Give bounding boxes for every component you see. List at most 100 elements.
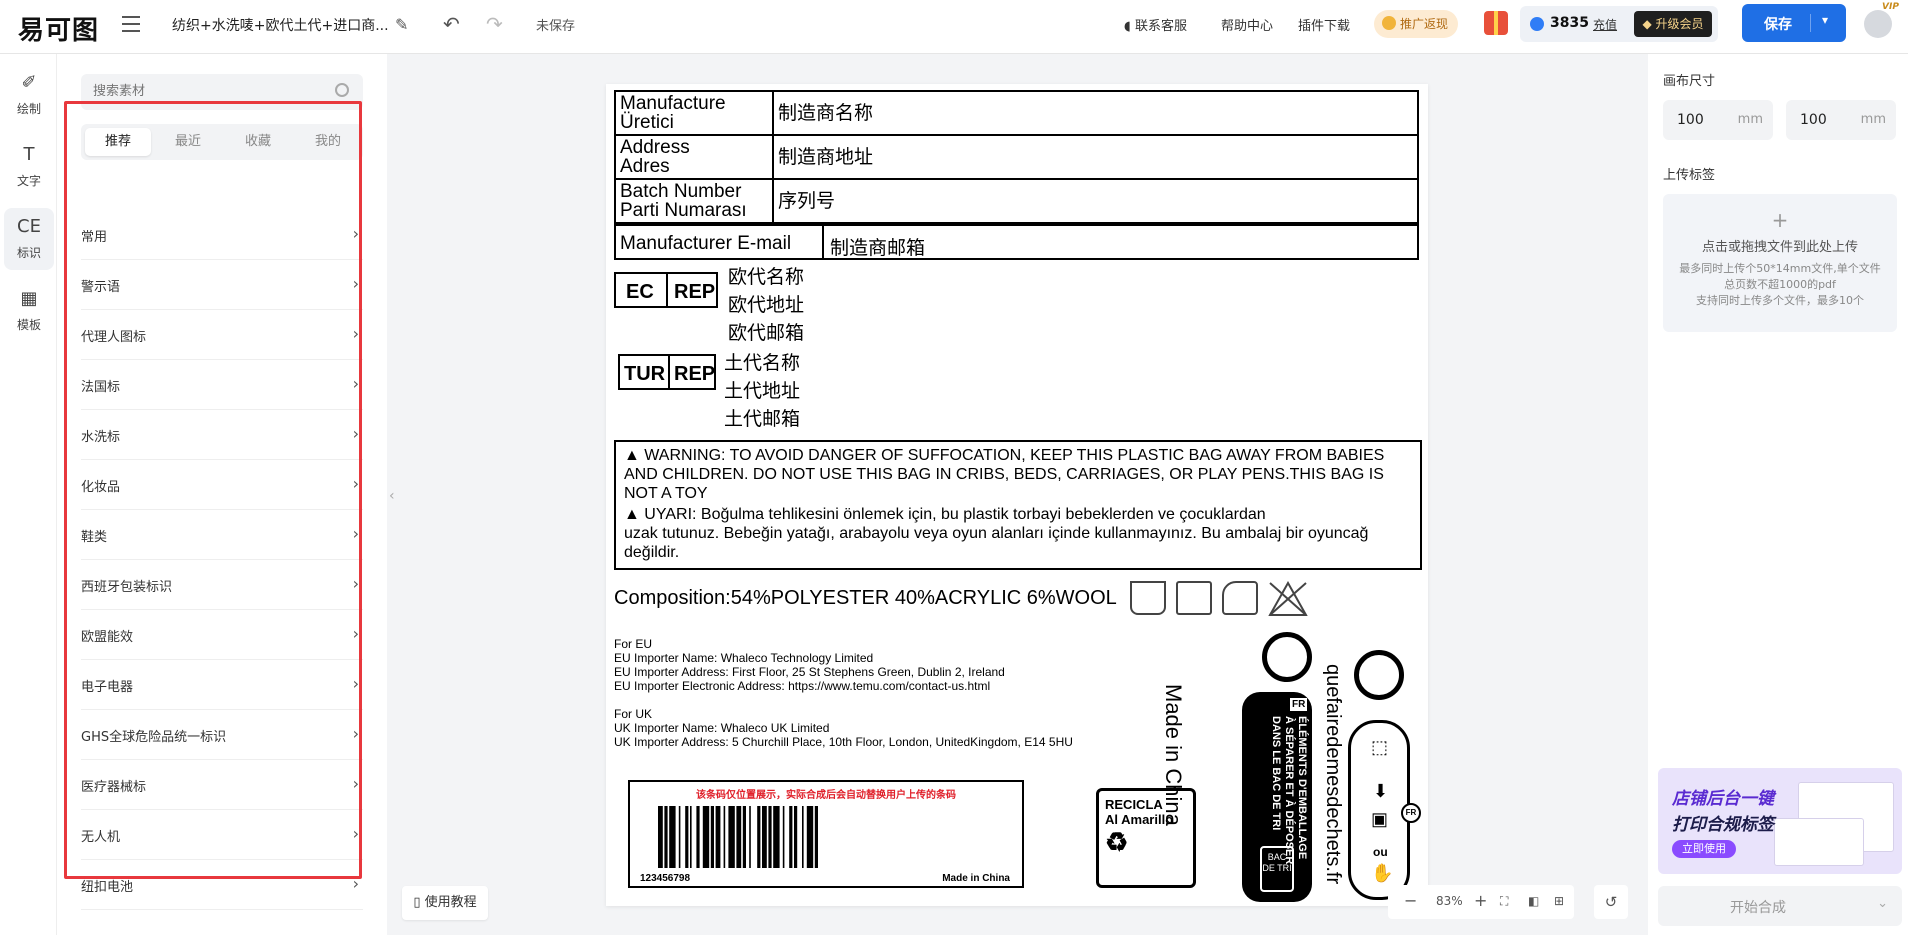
upload-label: 上传标签 <box>1663 168 1716 183</box>
label-canvas[interactable]: Manufacture Üretici 制造商名称 Address Adres 制造商地… <box>606 84 1428 906</box>
recharge-link[interactable]: 充值 <box>1593 16 1617 33</box>
promo-banner[interactable]: 店铺后台一键 打印合规标签 立即使用 <box>1658 768 1902 874</box>
warning-triangle-icon: ▲ <box>624 447 640 464</box>
rail-item-template[interactable]: ▦ 模板 <box>4 280 54 342</box>
barcode-bar <box>814 806 818 868</box>
tur-rep-line: 土代名称 <box>724 353 801 374</box>
promo-button[interactable]: 推广返现 <box>1374 10 1459 38</box>
barcode-bar <box>757 806 761 868</box>
center-icon[interactable]: ⊞ <box>1554 894 1564 908</box>
ec-rep-line: 欧代邮箱 <box>728 323 805 344</box>
manufacturer-table[interactable]: Manufacture Üretici 制造商名称 Address Adres 制造商地… <box>614 90 1419 224</box>
barcode-bar <box>678 806 681 868</box>
search-input[interactable] <box>93 83 313 98</box>
edit-title-icon[interactable]: ✎ <box>395 15 408 34</box>
help-center-link[interactable]: 帮助中心 <box>1221 15 1273 34</box>
bin-icon: ▣ <box>1371 809 1389 829</box>
rail-item-mark[interactable]: CE 标识 <box>4 208 54 270</box>
save-state: 未保存 <box>536 19 576 34</box>
triman-icon <box>1262 632 1312 682</box>
composition-text[interactable]: Composition:54%POLYESTER 40%ACRYLIC 6%WO… <box>614 587 1117 610</box>
fr-recycling-tile[interactable]: FR ÉLÉMENTS D'EMBALLAGE À SÉPARER ET À D… <box>1242 692 1312 902</box>
barcode-bar <box>762 806 767 868</box>
barcode[interactable]: 该条码仅位置展示，实际合成后会自动替换用户上传的条码 123456798 Mad… <box>628 780 1024 888</box>
barcode-bar <box>794 806 798 868</box>
barcode-bar <box>690 806 692 868</box>
upgrade-vip-button[interactable]: ◆ 升级会员 <box>1634 11 1712 37</box>
tur-rep-badge[interactable]: TUR REP <box>618 354 716 390</box>
upload-dropzone[interactable]: + 点击或拖拽文件到此处上传 最多同时上传个50*14mm文件,单个文件 总页数… <box>1663 194 1897 332</box>
banner-cta-button[interactable]: 立即使用 <box>1672 840 1736 858</box>
fit-screen-icon[interactable]: ⛶ <box>1500 894 1508 909</box>
hand-icon: ✋ <box>1371 863 1394 883</box>
plus-icon: + <box>1771 208 1789 232</box>
packaging-icon: ⬚ <box>1371 737 1389 757</box>
redo-icon[interactable]: ↷ <box>486 12 503 36</box>
recycle-bin-icon: ♻ <box>1105 827 1129 857</box>
barcode-bar <box>702 806 710 868</box>
grid-icon: ▦ <box>20 288 38 309</box>
line-dry-icon <box>1176 581 1212 615</box>
ec-rep-line: 欧代名称 <box>728 267 805 288</box>
warning-box[interactable]: ▲ WARNING: TO AVOID DANGER OF SUFFOCATIO… <box>614 440 1422 570</box>
sort-instructions-tile[interactable]: ⬚ ⬇ ▣ ou ✋ FR <box>1348 720 1421 900</box>
pencil-icon: ✐ <box>21 72 37 93</box>
search-icon[interactable] <box>335 83 349 97</box>
label-value[interactable]: 制造商地址 <box>772 134 1419 180</box>
gift-icon[interactable] <box>1484 11 1508 35</box>
barcode-bar <box>728 806 735 868</box>
barcode-bar <box>806 806 814 868</box>
tutorial-button[interactable]: ▯ 使用教程 <box>402 886 488 920</box>
importer-info[interactable]: For EU EU Importer Name: Whaleco Technol… <box>614 637 1073 749</box>
start-synthesis-button[interactable]: 开始合成 ⌄ <box>1658 886 1902 926</box>
undo-icon[interactable]: ↶ <box>443 12 460 36</box>
contact-support-link[interactable]: ◖ 联系客服 <box>1124 15 1187 34</box>
barcode-bar <box>789 806 793 868</box>
chevron-down-icon[interactable]: ▾ <box>1822 13 1828 27</box>
label-key: Batch Number Parti Numarası <box>614 178 774 224</box>
barcode-bar <box>768 806 772 868</box>
tur-rep-line: 土代地址 <box>724 381 801 402</box>
top-bar: 易可图 纺织+水洗唛+欧代土代+进口商... ✎ ↶ ↷ 未保存 ◖ 联系客服 … <box>0 0 1908 54</box>
quefaire-text[interactable]: quefairedemesdechets.fr <box>1321 664 1344 884</box>
tool-rail: ✐ 绘制 T 文字 CE 标识 ▦ 模板 <box>0 54 57 935</box>
menu-icon[interactable] <box>122 16 140 34</box>
made-in-text[interactable]: Made in China <box>1160 684 1186 826</box>
barcode-bar <box>696 806 700 868</box>
ec-rep-badge[interactable]: EC REP <box>614 272 718 308</box>
email-row[interactable]: Manufacturer E-mail 制造商邮箱 <box>614 224 1419 260</box>
label-value[interactable]: 制造商名称 <box>772 90 1419 136</box>
width-field[interactable]: 100 mm <box>1663 100 1773 140</box>
barcode-bar <box>802 806 804 868</box>
tur-rep-line: 土代邮箱 <box>724 409 801 430</box>
barcode-bars <box>658 806 818 868</box>
bac-de-tri-icon: BAC DE TRI <box>1260 846 1294 892</box>
rail-item-draw[interactable]: ✐ 绘制 <box>4 64 54 126</box>
points-box: 3835 充值 ◆ 升级会员 <box>1520 6 1718 42</box>
ec-rep-line: 欧代地址 <box>728 295 805 316</box>
height-field[interactable]: 100 mm <box>1786 100 1896 140</box>
plugin-download-link[interactable]: 插件下载 <box>1298 15 1350 34</box>
barcode-bar <box>742 806 746 868</box>
chevron-down-icon[interactable]: ⌄ <box>1877 896 1888 911</box>
canvas-size-label: 画布尺寸 <box>1663 74 1716 89</box>
reset-view-icon[interactable]: ↺ <box>1594 885 1628 919</box>
document-title[interactable]: 纺织+水洗唛+欧代土代+进口商... <box>172 15 389 35</box>
barcode-bar <box>773 806 780 868</box>
avatar[interactable] <box>1864 10 1892 38</box>
collapse-panel-handle[interactable]: ‹ <box>389 478 403 514</box>
barcode-bar <box>723 806 726 868</box>
app-logo[interactable]: 易可图 <box>18 10 99 47</box>
layout-icon[interactable]: ◧ <box>1528 894 1539 908</box>
headset-icon: ◖ <box>1124 19 1135 34</box>
coin-icon <box>1382 16 1396 30</box>
zoom-in-button[interactable]: + <box>1474 891 1487 910</box>
rail-item-text[interactable]: T 文字 <box>4 136 54 198</box>
save-button[interactable]: 保存 ▾ <box>1742 4 1846 42</box>
highlight-frame <box>64 101 362 879</box>
ce-mark-icon: CE <box>17 216 41 237</box>
label-key: Manufacture Üretici <box>614 90 774 136</box>
zoom-out-button[interactable]: − <box>1404 891 1417 910</box>
barcode-bar <box>685 806 689 868</box>
label-value[interactable]: 序列号 <box>772 178 1419 224</box>
